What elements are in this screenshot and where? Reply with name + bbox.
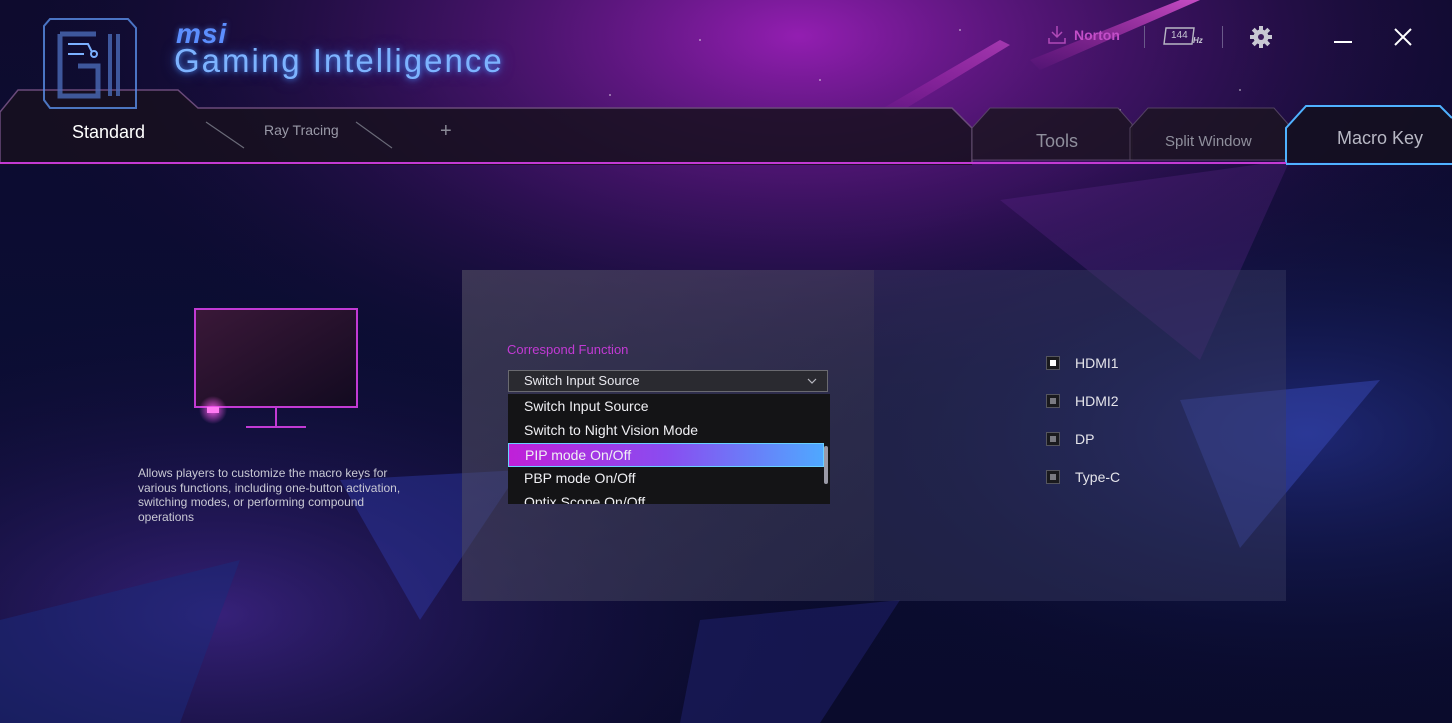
radio-button[interactable]: [1046, 470, 1060, 484]
dropdown-option[interactable]: PBP mode On/Off: [508, 466, 824, 490]
gi-logo-icon: [43, 18, 137, 109]
input-option-label: HDMI1: [1075, 355, 1119, 371]
input-option-hdmi1[interactable]: HDMI1: [1046, 355, 1119, 371]
header-divider: [1144, 26, 1145, 48]
dropdown-scrollbar[interactable]: [824, 446, 828, 484]
tab-macro-key-label: Macro Key: [1337, 128, 1424, 148]
chevron-down-icon: [807, 378, 817, 384]
dropdown-option[interactable]: Switch to Night Vision Mode: [508, 418, 824, 442]
download-icon: [1048, 26, 1066, 44]
minimize-icon: [1334, 41, 1352, 43]
monitor-icon: [194, 308, 358, 428]
input-option-hdmi2[interactable]: HDMI2: [1046, 393, 1119, 409]
feature-description: Allows players to customize the macro ke…: [138, 466, 401, 524]
dropdown-option[interactable]: Switch Input Source: [508, 394, 824, 418]
input-option-label: Type-C: [1075, 469, 1121, 485]
select-value: Switch Input Source: [524, 373, 640, 388]
refresh-rate-button[interactable]: 144 Hz: [1162, 24, 1206, 55]
app-window: msi Gaming Intelligence Norton 144 Hz St…: [0, 0, 1452, 723]
radio-button[interactable]: [1046, 432, 1060, 446]
input-option-dp[interactable]: DP: [1046, 431, 1094, 447]
input-option-label: DP: [1075, 431, 1095, 447]
close-icon: [1394, 28, 1412, 46]
correspond-function-label: Correspond Function: [507, 342, 629, 357]
dropdown-option-selected[interactable]: PIP mode On/Off: [508, 443, 824, 467]
refresh-rate-unit: Hz: [1193, 36, 1203, 45]
radio-button[interactable]: [1046, 356, 1060, 370]
dropdown-option[interactable]: Optix Scope On/Off: [508, 490, 824, 504]
tab-tools[interactable]: Tools: [1000, 126, 1110, 158]
input-option-type-c[interactable]: Type-C: [1046, 469, 1120, 485]
tab-split-window[interactable]: Split Window: [1150, 126, 1270, 158]
function-dropdown-list[interactable]: Switch Input Source Switch to Night Visi…: [508, 394, 830, 504]
correspond-function-select[interactable]: Switch Input Source: [508, 370, 828, 392]
tab-standard-label: Standard: [72, 122, 146, 142]
gear-icon: [1250, 26, 1272, 48]
close-button[interactable]: [1390, 24, 1416, 55]
norton-label: Norton: [1074, 27, 1120, 43]
norton-button[interactable]: Norton: [1046, 24, 1120, 46]
tab-standard[interactable]: Standard: [60, 118, 170, 148]
tab-split-window-label: Split Window: [1165, 133, 1252, 150]
minimize-button[interactable]: [1330, 24, 1356, 55]
radio-button[interactable]: [1046, 394, 1060, 408]
tab-ray-tracing-label: Ray Tracing: [264, 122, 339, 138]
tab-ray-tracing[interactable]: Ray Tracing: [252, 118, 348, 148]
tab-tools-label: Tools: [1036, 131, 1079, 151]
tab-macro-key[interactable]: Macro Key: [1316, 122, 1436, 156]
refresh-rate-value: 144: [1171, 30, 1188, 41]
header-divider: [1222, 26, 1223, 48]
input-option-label: HDMI2: [1075, 393, 1119, 409]
settings-button[interactable]: [1248, 24, 1274, 55]
add-tab-button[interactable]: +: [436, 118, 462, 148]
app-title: Gaming Intelligence: [174, 42, 504, 79]
add-tab-label: +: [440, 120, 452, 142]
